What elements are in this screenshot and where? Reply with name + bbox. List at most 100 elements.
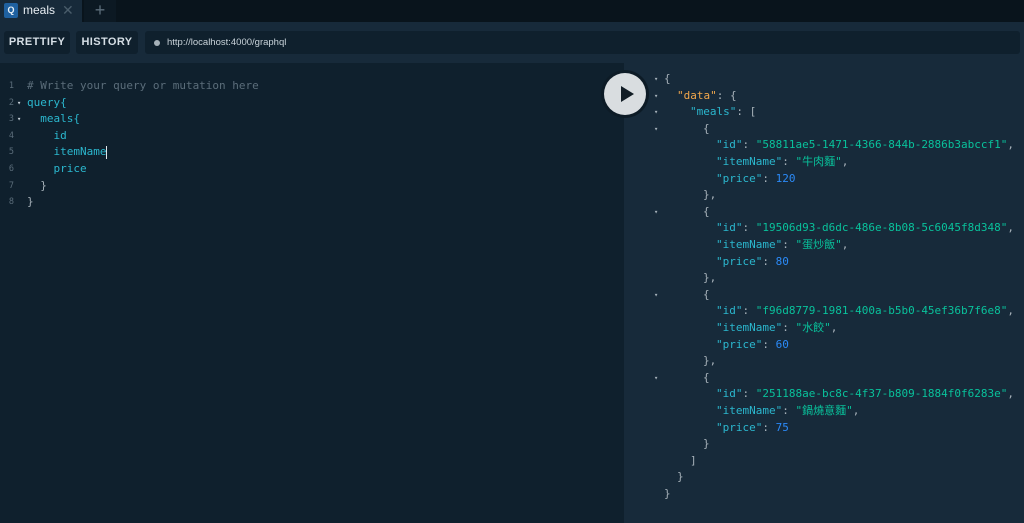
fold-arrow-icon[interactable]: ▾: [17, 95, 21, 112]
prettify-button[interactable]: PRETTIFY: [4, 31, 70, 54]
json-text: },: [703, 353, 716, 370]
json-token: 75: [775, 420, 789, 434]
toolbar: PRETTIFY HISTORY http://localhost:4000/g…: [0, 22, 1024, 63]
result-viewer[interactable]: ▾{▾ "data": {▾ "meals": [▾{"id": "58811ae5…: [624, 63, 1024, 523]
editor-line: 7 }: [0, 178, 600, 195]
json-token: "蛋炒飯": [795, 238, 842, 251]
json-token: ,: [1007, 387, 1015, 401]
json-token: 80: [775, 254, 789, 268]
json-text: },: [703, 270, 716, 287]
json-token: "price": [716, 171, 763, 185]
code-text: }: [27, 195, 34, 209]
json-token: "鍋燒意麵": [795, 404, 853, 417]
json-token: :: [742, 138, 756, 152]
result-line: ▾ "data": {: [624, 88, 1024, 105]
collapse-arrow-icon[interactable]: ▾: [654, 104, 658, 121]
json-token: :: [762, 337, 776, 351]
result-line: "price": 75: [624, 420, 1024, 437]
json-token: }: [664, 487, 671, 500]
line-number: 1: [8, 81, 14, 91]
json-token: "牛肉麵": [795, 155, 842, 168]
json-token: :: [782, 155, 796, 168]
json-token: ,: [830, 321, 838, 334]
json-token: ]: [690, 453, 697, 467]
json-token: :: [742, 221, 756, 235]
result-line: ▾{: [624, 287, 1024, 304]
code-text: # Write your query or mutation here: [27, 79, 259, 92]
collapse-arrow-icon[interactable]: ▾: [654, 204, 658, 221]
collapse-arrow-icon[interactable]: ▾: [654, 287, 658, 304]
json-token: {: [703, 204, 710, 218]
json-text: "itemName": "鍋燒意麵",: [716, 403, 859, 420]
result-line: ▾{: [624, 370, 1024, 387]
code-text: itemName: [27, 145, 108, 159]
editor-line: 3 ▾ meals{: [0, 111, 600, 128]
json-token: {: [703, 121, 710, 135]
result-line: },: [624, 187, 1024, 204]
result-line: ▾{: [624, 71, 1024, 88]
json-token: "水餃": [795, 321, 831, 334]
json-token: :: [762, 254, 776, 268]
json-text: {: [664, 71, 671, 88]
json-token: "19506d93-d6dc-486e-8b08-5c6045f8d348": [755, 221, 1008, 235]
editor-line: 2 ▾ query{: [0, 95, 600, 112]
result-line: },: [624, 353, 1024, 370]
json-token: },: [703, 354, 717, 368]
json-text: "meals": [: [690, 104, 756, 121]
result-line: "price": 80: [624, 254, 1024, 271]
query-editor[interactable]: 1 # Write your query or mutation here 2 ▾ qu…: [0, 63, 624, 523]
json-token: 60: [775, 337, 789, 351]
run-query-button[interactable]: [601, 70, 649, 118]
json-token: "itemName": [716, 238, 783, 251]
json-text: {: [703, 121, 710, 138]
run-button-face: [604, 73, 646, 115]
editor-line: 4 id: [0, 128, 600, 145]
result-line: "price": 120: [624, 171, 1024, 188]
json-token: ,: [841, 238, 849, 251]
collapse-arrow-icon[interactable]: ▾: [654, 88, 658, 105]
json-token: }: [677, 470, 684, 484]
tab-bar: Q meals ✕ +: [0, 0, 1024, 22]
result-line: ▾ "meals": [: [624, 104, 1024, 121]
result-line: }: [624, 436, 1024, 453]
json-text: "itemName": "水餃",: [716, 320, 837, 337]
tab-meals[interactable]: Q meals ✕: [0, 0, 82, 22]
json-text: "price": 80: [716, 254, 789, 271]
close-icon[interactable]: ✕: [62, 1, 74, 19]
json-token: ,: [852, 404, 860, 417]
result-line: ]: [624, 453, 1024, 470]
json-token: ,: [841, 155, 849, 168]
collapse-arrow-icon[interactable]: ▾: [654, 121, 658, 138]
json-text: },: [703, 187, 716, 204]
result-line: "itemName": "鍋燒意麵",: [624, 403, 1024, 420]
json-token: ,: [1007, 304, 1015, 318]
json-text: {: [703, 370, 710, 387]
tab-title: meals: [23, 3, 56, 17]
endpoint-input[interactable]: http://localhost:4000/graphql: [145, 31, 1020, 54]
json-text: {: [703, 287, 710, 304]
line-number: 2: [8, 97, 14, 108]
collapse-arrow-icon[interactable]: ▾: [654, 370, 658, 387]
endpoint-url: http://localhost:4000/graphql: [167, 37, 287, 48]
json-text: "id": "251188ae-bc8c-4f37-b809-1884f0f62…: [716, 386, 1014, 403]
result-line: },: [624, 270, 1024, 287]
line-number: 8: [8, 197, 14, 208]
json-token: "itemName": [716, 321, 783, 334]
fold-arrow-icon[interactable]: ▾: [17, 111, 21, 128]
json-token: {: [664, 72, 671, 85]
line-number: 6: [8, 164, 14, 174]
new-tab-button[interactable]: +: [84, 0, 116, 22]
json-text: {: [703, 204, 710, 221]
result-line: "itemName": "水餃",: [624, 320, 1024, 337]
collapse-arrow-icon[interactable]: ▾: [654, 71, 658, 88]
result-line: "itemName": "蛋炒飯",: [624, 237, 1024, 254]
json-text: "data": {: [677, 88, 737, 105]
result-line: "price": 60: [624, 337, 1024, 354]
json-text: }: [664, 486, 671, 503]
result-line: "id": "251188ae-bc8c-4f37-b809-1884f0f62…: [624, 386, 1024, 403]
history-button[interactable]: HISTORY: [76, 31, 138, 54]
result-line: "itemName": "牛肉麵",: [624, 154, 1024, 171]
json-text: ]: [690, 453, 697, 470]
json-token: "meals": [690, 105, 737, 119]
json-token: : [: [736, 105, 757, 119]
